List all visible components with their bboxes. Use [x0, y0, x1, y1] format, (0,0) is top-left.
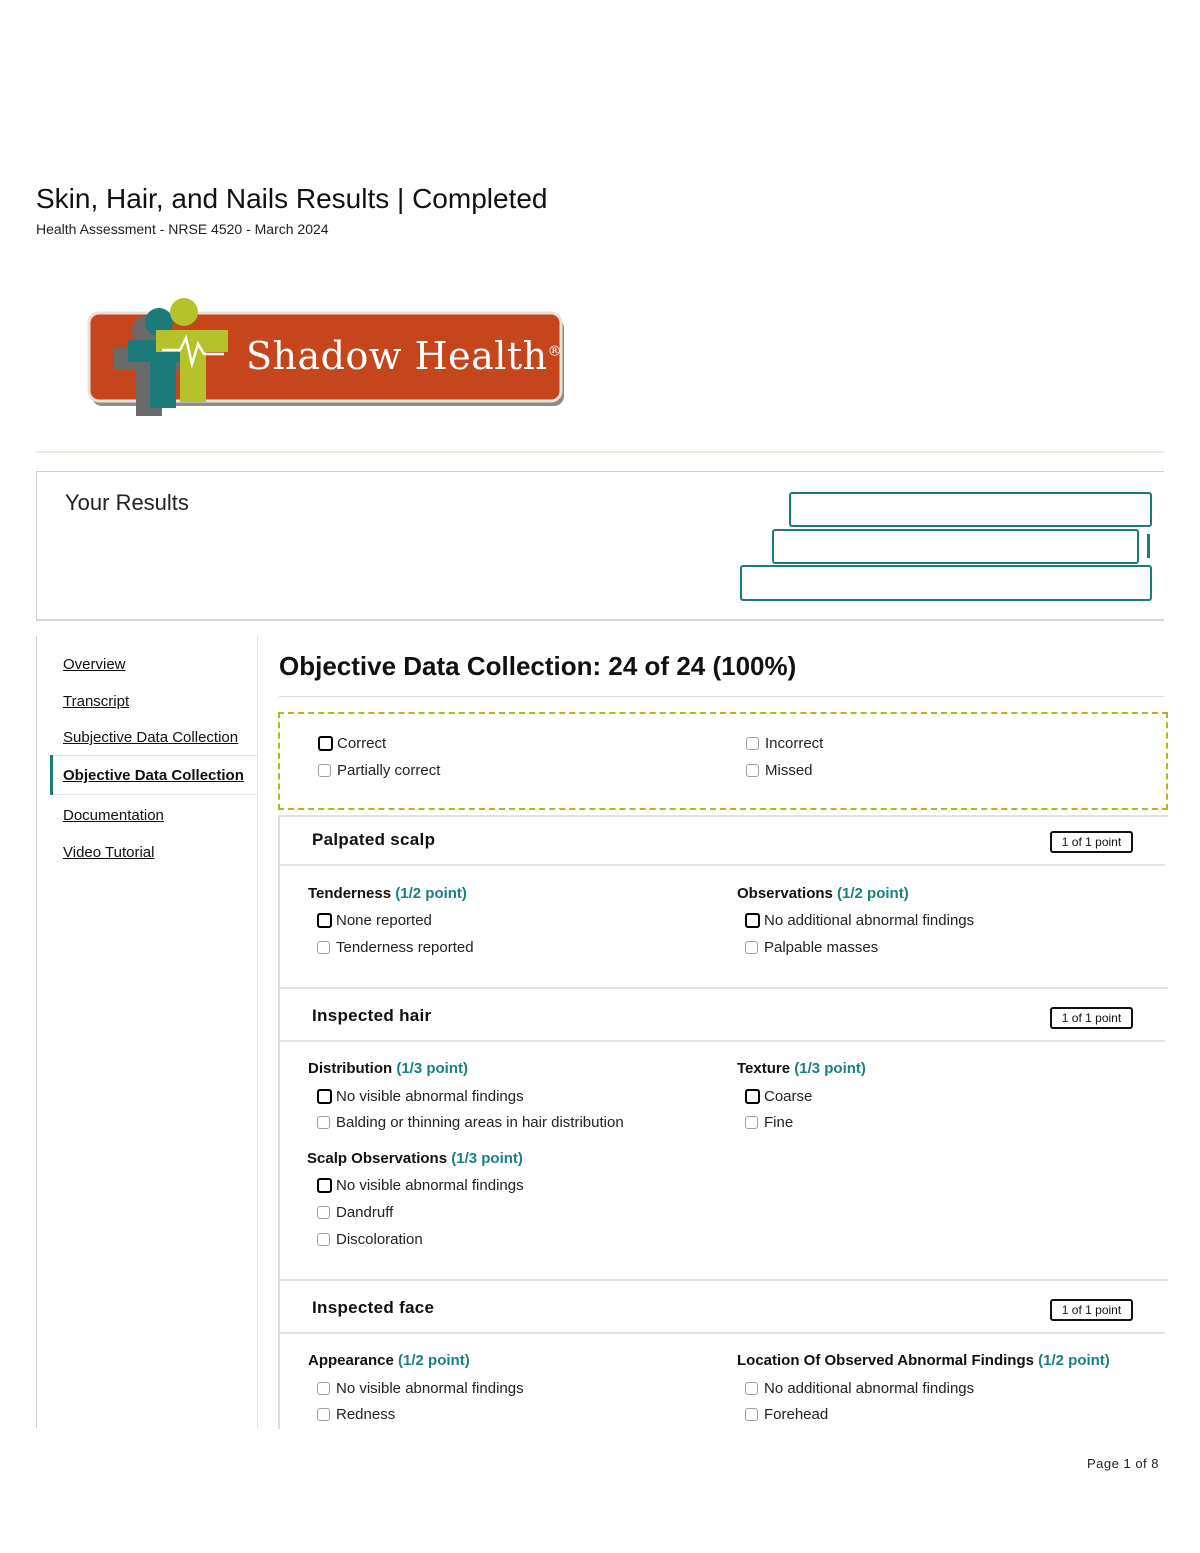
option-item: No visible abnormal findings — [317, 1380, 524, 1397]
legend-incorrect: Incorrect — [746, 735, 823, 752]
card-title: Inspected hair — [312, 1006, 432, 1025]
option-item: Forehead — [745, 1406, 828, 1423]
option-item: Dandruff — [317, 1204, 393, 1221]
logo-wordmark: Shadow Health® — [246, 334, 563, 378]
checkbox-icon — [317, 1233, 330, 1246]
page-number: Page 1 of 8 — [1087, 1456, 1159, 1471]
header-divider — [36, 451, 1164, 453]
page-subtitle: Health Assessment - NRSE 4520 - March 20… — [36, 221, 329, 237]
nav-video-tutorial[interactable]: Video Tutorial — [63, 844, 154, 861]
card-divider — [280, 1332, 1165, 1334]
checkbox-selected-icon — [745, 1089, 760, 1104]
checkbox-selected-icon — [317, 1178, 332, 1193]
checkbox-icon — [317, 1116, 330, 1129]
option-item: Discoloration — [317, 1231, 423, 1248]
checkbox-icon — [745, 941, 758, 954]
checkbox-selected-icon — [317, 913, 332, 928]
card-title: Palpated scalp — [312, 830, 436, 849]
option-item: Fine — [745, 1114, 793, 1131]
checkbox-icon — [746, 764, 759, 777]
card-divider — [280, 864, 1165, 866]
question-label: Location Of Observed Abnormal Findings (… — [737, 1352, 1110, 1369]
results-bar-3 — [740, 565, 1152, 601]
nav-objective-data-collection[interactable]: Objective Data Collection — [63, 767, 244, 784]
checkbox-icon — [317, 1408, 330, 1421]
question-label: Observations (1/2 point) — [737, 885, 909, 902]
points-badge: 1 of 1 point — [1050, 1299, 1133, 1321]
question-label: Scalp Observations (1/3 point) — [307, 1150, 523, 1167]
option-item: Redness — [317, 1406, 395, 1423]
points-badge: 1 of 1 point — [1050, 831, 1133, 853]
nav-documentation[interactable]: Documentation — [63, 807, 164, 824]
option-item: No additional abnormal findings — [745, 1380, 974, 1397]
option-item: No additional abnormal findings — [745, 912, 974, 929]
page-title: Skin, Hair, and Nails Results | Complete… — [36, 183, 548, 214]
checkbox-selected-icon — [317, 1089, 332, 1104]
option-item: Palpable masses — [745, 939, 878, 956]
option-item: Balding or thinning areas in hair distri… — [317, 1114, 624, 1131]
option-item: None reported — [317, 912, 432, 929]
question-label: Appearance (1/2 point) — [308, 1352, 470, 1369]
checkbox-icon — [745, 1408, 758, 1421]
legend-correct: Correct — [318, 735, 386, 752]
legend-partially-correct: Partially correct — [318, 762, 440, 779]
nav-subjective-data-collection[interactable]: Subjective Data Collection — [63, 729, 238, 746]
checkbox-selected-icon — [745, 913, 760, 928]
checkbox-icon — [318, 764, 331, 777]
checkbox-icon — [746, 737, 759, 750]
checkbox-icon — [745, 1382, 758, 1395]
results-bar-2 — [772, 529, 1139, 564]
option-item: No visible abnormal findings — [317, 1088, 524, 1105]
results-bar-1 — [789, 492, 1152, 527]
checkbox-selected-icon — [318, 736, 333, 751]
option-item: Tenderness reported — [317, 939, 474, 956]
card-title: Inspected face — [312, 1298, 435, 1317]
results-title: Your Results — [65, 490, 189, 515]
points-badge: 1 of 1 point — [1050, 1007, 1133, 1029]
section-divider — [279, 696, 1164, 697]
question-label: Distribution (1/3 point) — [308, 1060, 468, 1077]
results-bar-marker — [1147, 534, 1150, 558]
question-label: Texture (1/3 point) — [737, 1060, 866, 1077]
checkbox-icon — [317, 1206, 330, 1219]
legend-box — [278, 712, 1168, 810]
nav-overview[interactable]: Overview — [63, 656, 126, 673]
nav-transcript[interactable]: Transcript — [63, 693, 129, 710]
option-item: Coarse — [745, 1088, 812, 1105]
checkbox-icon — [317, 1382, 330, 1395]
option-item: No visible abnormal findings — [317, 1177, 524, 1194]
card-divider — [280, 1040, 1165, 1042]
question-label: Tenderness (1/2 point) — [308, 885, 467, 902]
checkbox-icon — [745, 1116, 758, 1129]
legend-missed: Missed — [746, 762, 813, 779]
checkbox-icon — [317, 941, 330, 954]
section-title: Objective Data Collection: 24 of 24 (100… — [279, 651, 797, 681]
